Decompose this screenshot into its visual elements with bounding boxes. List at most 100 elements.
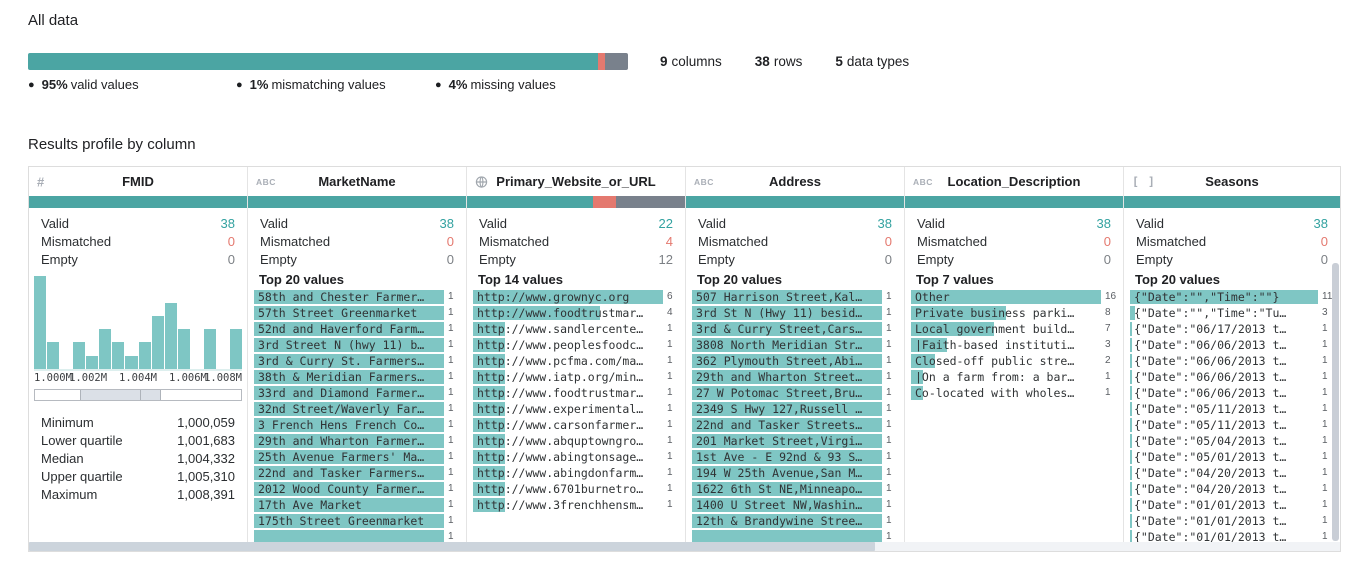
histogram-bin[interactable] <box>164 302 177 369</box>
slider-selection[interactable] <box>80 390 161 400</box>
value-row[interactable]: 29th and Wharton Street… 1 <box>686 370 904 385</box>
value-row[interactable]: {"Date":"01/01/2013 t… 1 <box>1124 514 1340 529</box>
histogram-bin[interactable] <box>73 342 86 369</box>
value-row[interactable]: 22nd and Tasker Farmers… 1 <box>248 466 466 481</box>
value-row[interactable]: 17th Ave Market 1 <box>248 498 466 513</box>
value-row[interactable]: {"Date":"06/17/2013 t… 1 <box>1124 322 1340 337</box>
value-row[interactable]: http://www.pcfma.com/ma… 1 <box>467 354 685 369</box>
value-row[interactable]: 2012 Wood County Farmer… 1 <box>248 482 466 497</box>
column-quality-bar[interactable] <box>29 196 247 208</box>
stat-count: 38 <box>220 216 235 231</box>
value-row[interactable]: {"Date":"04/20/2013 t… 1 <box>1124 466 1340 481</box>
column-header-Location_Description[interactable]: ABC Location_Description <box>905 167 1123 196</box>
stat-label: Mismatched <box>479 234 550 249</box>
value-row[interactable]: http://www.iatp.org/min… 1 <box>467 370 685 385</box>
value-row[interactable]: http://www.experimental… 1 <box>467 402 685 417</box>
value-row[interactable]: Co-located with wholes… 1 <box>905 386 1123 401</box>
value-row[interactable]: 58th and Chester Farmer… 1 <box>248 290 466 305</box>
value-row[interactable]: 25th Avenue Farmers' Ma… 1 <box>248 450 466 465</box>
value-row[interactable]: 1400 U Street NW,Washin… 1 <box>686 498 904 513</box>
column-quality-bar[interactable] <box>686 196 904 208</box>
value-row[interactable]: 3808 North Meridian Str… 1 <box>686 338 904 353</box>
histogram-bin[interactable] <box>112 342 125 369</box>
value-row[interactable]: |On a farm from: a bar… 1 <box>905 370 1123 385</box>
histogram-bin[interactable] <box>177 329 190 369</box>
histogram-bin[interactable] <box>229 329 242 369</box>
value-row[interactable]: 57th Street Greenmarket 1 <box>248 306 466 321</box>
value-row[interactable]: 1st Ave - E 92nd & 93 S… 1 <box>686 450 904 465</box>
histogram-bin[interactable] <box>47 342 60 369</box>
validity-stats: Valid 38 Mismatched 0 Empty 0 <box>1124 215 1340 269</box>
value-row[interactable]: 2349 S Hwy 127,Russell … 1 <box>686 402 904 417</box>
value-row[interactable]: Other 16 <box>905 290 1123 305</box>
range-slider[interactable] <box>34 389 242 401</box>
value-row[interactable]: 3rd & Curry St. Farmers… 1 <box>248 354 466 369</box>
column-header-FMID[interactable]: # FMID <box>29 167 247 196</box>
value-row[interactable]: 3rd St N (Hwy 11) besid… 1 <box>686 306 904 321</box>
value-row[interactable]: 362 Plymouth Street,Abi… 1 <box>686 354 904 369</box>
value-row[interactable]: 22nd and Tasker Streets… 1 <box>686 418 904 433</box>
value-row[interactable]: http://www.foodtrustmar… 1 <box>467 386 685 401</box>
value-row[interactable]: 3 French Hens French Co… 1 <box>248 418 466 433</box>
value-row[interactable]: 38th & Meridian Farmers… 1 <box>248 370 466 385</box>
value-row[interactable]: 29th and Wharton Farmer… 1 <box>248 434 466 449</box>
value-row[interactable]: Private business parki… 8 <box>905 306 1123 321</box>
column-header-MarketName[interactable]: ABC MarketName <box>248 167 466 196</box>
value-row[interactable]: 12th & Brandywine Stree… 1 <box>686 514 904 529</box>
value-row[interactable]: {"Date":"06/06/2013 t… 1 <box>1124 370 1340 385</box>
vertical-scrollbar[interactable] <box>1332 263 1339 541</box>
value-row[interactable]: 175th Street Greenmarket 1 <box>248 514 466 529</box>
value-row[interactable]: 52nd and Haverford Farm… 1 <box>248 322 466 337</box>
value-row[interactable]: 3rd & Curry Street,Cars… 1 <box>686 322 904 337</box>
column-header-Seasons[interactable]: [ ] Seasons <box>1124 167 1340 196</box>
column-header-Address[interactable]: ABC Address <box>686 167 904 196</box>
column-quality-bar[interactable] <box>248 196 466 208</box>
histogram-bin[interactable] <box>151 315 164 369</box>
value-row[interactable]: 194 W 25th Avenue,San M… 1 <box>686 466 904 481</box>
histogram-bin[interactable] <box>203 329 216 369</box>
value-row[interactable]: |Faith-based instituti… 3 <box>905 338 1123 353</box>
value-row[interactable]: 1622 6th St NE,Minneapo… 1 <box>686 482 904 497</box>
value-count: 1 <box>667 451 673 462</box>
value-row[interactable]: {"Date":"01/01/2013 t… 1 <box>1124 498 1340 513</box>
value-row[interactable]: http://www.sandlercente… 1 <box>467 322 685 337</box>
histogram-bin[interactable] <box>34 276 47 369</box>
value-row[interactable]: {"Date":"06/06/2013 t… 1 <box>1124 386 1340 401</box>
value-row[interactable]: http://www.carsonfarmer… 1 <box>467 418 685 433</box>
column-quality-bar[interactable] <box>467 196 685 208</box>
column-quality-bar[interactable] <box>905 196 1123 208</box>
value-row[interactable]: http://www.abingdonfarm… 1 <box>467 466 685 481</box>
value-row[interactable]: http://www.peoplesfoodc… 1 <box>467 338 685 353</box>
value-row[interactable]: http://www.3frenchhensm… 1 <box>467 498 685 513</box>
value-row[interactable]: {"Date":"","Time":""} 115 <box>1124 290 1340 305</box>
value-row[interactable]: 32nd Street/Waverly Far… 1 <box>248 402 466 417</box>
value-row[interactable]: 3rd Street N (hwy 11) b… 1 <box>248 338 466 353</box>
value-row[interactable]: {"Date":"05/04/2013 t… 1 <box>1124 434 1340 449</box>
value-row[interactable]: {"Date":"05/11/2013 t… 1 <box>1124 402 1340 417</box>
value-row[interactable]: Local government build… 7 <box>905 322 1123 337</box>
value-row[interactable]: {"Date":"06/06/2013 t… 1 <box>1124 338 1340 353</box>
value-row[interactable]: 33rd and Diamond Farmer… 1 <box>248 386 466 401</box>
value-row[interactable]: http://www.grownyc.org 6 <box>467 290 685 305</box>
value-row[interactable]: http://www.foodtrustmar… 4 <box>467 306 685 321</box>
value-row[interactable]: {"Date":"06/06/2013 t… 1 <box>1124 354 1340 369</box>
histogram-bin[interactable] <box>125 355 138 369</box>
scrollbar-thumb[interactable] <box>29 542 875 551</box>
value-row[interactable]: Closed-off public stre… 2 <box>905 354 1123 369</box>
value-row[interactable]: 201 Market Street,Virgi… 1 <box>686 434 904 449</box>
value-row[interactable]: http://www.abquptowngro… 1 <box>467 434 685 449</box>
histogram-bin[interactable] <box>86 355 99 369</box>
value-row[interactable]: http://www.abingtonsage… 1 <box>467 450 685 465</box>
value-row[interactable]: http://www.6701burnetro… 1 <box>467 482 685 497</box>
value-row[interactable]: 507 Harrison Street,Kal… 1 <box>686 290 904 305</box>
value-row[interactable]: 27 W Potomac Street,Bru… 1 <box>686 386 904 401</box>
value-row[interactable]: {"Date":"05/11/2013 t… 1 <box>1124 418 1340 433</box>
histogram-bin[interactable] <box>138 342 151 369</box>
value-row[interactable]: {"Date":"04/20/2013 t… 1 <box>1124 482 1340 497</box>
value-row[interactable]: {"Date":"05/01/2013 t… 1 <box>1124 450 1340 465</box>
histogram-bin[interactable] <box>99 329 112 369</box>
horizontal-scrollbar[interactable] <box>29 542 1340 551</box>
column-header-Primary_Website_or_URL[interactable]: Primary_Website_or_URL <box>467 167 685 196</box>
column-quality-bar[interactable] <box>1124 196 1340 208</box>
value-row[interactable]: {"Date":"","Time":"Tu… 3 <box>1124 306 1340 321</box>
